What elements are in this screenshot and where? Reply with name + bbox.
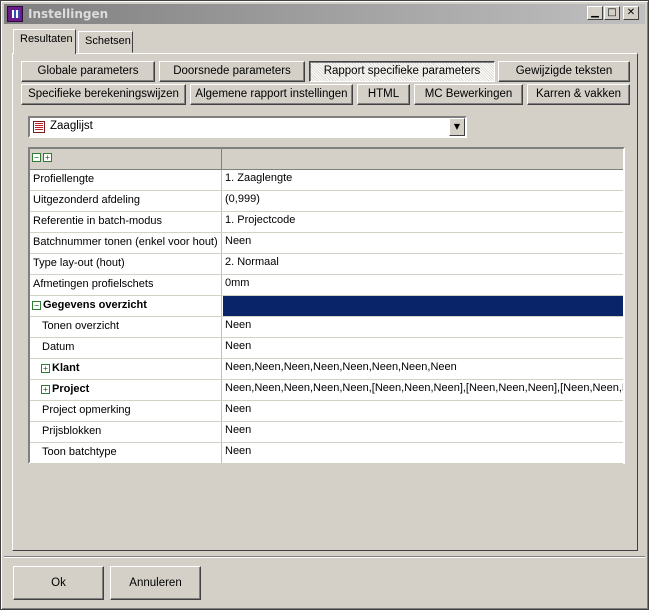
property-value[interactable]: Neen <box>223 338 623 358</box>
collapse-icon[interactable]: − <box>32 301 41 310</box>
property-label: Toon batchtype <box>30 443 222 463</box>
html-button[interactable]: HTML <box>357 84 410 105</box>
property-value[interactable]: Neen <box>223 401 623 421</box>
property-label: Type lay-out (hout) <box>30 254 222 274</box>
property-label: Batchnummer tonen (enkel voor hout) <box>30 233 222 253</box>
collapse-all-icon[interactable]: − <box>32 153 41 162</box>
report-select[interactable]: Zaaglijst ▼ <box>28 116 467 138</box>
property-value[interactable]: Neen,Neen,Neen,Neen,Neen,[Neen,Neen,Neen… <box>223 380 623 400</box>
grid-row-project-opmerking[interactable]: Project opmerking Neen <box>30 401 623 422</box>
property-label-text: Project <box>52 383 90 395</box>
property-label: Tonen overzicht <box>30 317 222 337</box>
property-value[interactable]: Neen <box>223 443 623 463</box>
property-label-text: Profiellengte <box>33 173 95 185</box>
grid-row-afmetingen-profielschets[interactable]: Afmetingen profielschets 0mm <box>30 275 623 296</box>
property-value-selected[interactable] <box>223 296 623 316</box>
property-value[interactable]: Neen,Neen,Neen,Neen,Neen,Neen,Neen,Neen <box>223 359 623 379</box>
property-label-text: Klant <box>52 362 80 374</box>
tab-schetsen[interactable]: Schetsen <box>78 31 133 53</box>
property-value[interactable]: (0,999) <box>223 191 623 211</box>
grid-row-klant[interactable]: + Klant Neen,Neen,Neen,Neen,Neen,Neen,Ne… <box>30 359 623 380</box>
property-label: Datum <box>30 338 222 358</box>
grid-row-uitgezonderd-afdeling[interactable]: Uitgezonderd afdeling (0,999) <box>30 191 623 212</box>
grid-row-toon-batchtype[interactable]: Toon batchtype Neen <box>30 443 623 464</box>
properties-grid: − + Profiellengte 1. Zaaglengte Uitgezon… <box>28 147 625 464</box>
property-label-text: Afmetingen profielschets <box>33 278 154 290</box>
globale-parameters-button[interactable]: Globale parameters <box>21 61 155 82</box>
property-label: Referentie in batch-modus <box>30 212 222 232</box>
report-list-icon <box>33 121 45 133</box>
property-value[interactable]: 1. Projectcode <box>223 212 623 232</box>
property-value[interactable]: 2. Normaal <box>223 254 623 274</box>
property-label: Project opmerking <box>30 401 222 421</box>
minimize-button[interactable]: ▁ <box>587 6 603 20</box>
grid-row-prijsblokken[interactable]: Prijsblokken Neen <box>30 422 623 443</box>
rapport-specifieke-parameters-button[interactable]: Rapport specifieke parameters <box>309 61 495 82</box>
property-label-text: Uitgezonderd afdeling <box>33 194 141 206</box>
window-title: Instellingen <box>28 7 109 21</box>
close-button[interactable]: ✕ <box>623 6 639 20</box>
grid-header-column-property: − + <box>30 149 222 169</box>
property-label-text: Batchnummer tonen (enkel voor hout) <box>33 236 218 248</box>
property-label-text: Referentie in batch-modus <box>33 215 163 227</box>
property-label: Uitgezonderd afdeling <box>30 191 222 211</box>
grid-row-datum[interactable]: Datum Neen <box>30 338 623 359</box>
specifieke-berekeningswijzen-button[interactable]: Specifieke berekeningswijzen <box>21 84 186 105</box>
grid-row-type-layout-hout[interactable]: Type lay-out (hout) 2. Normaal <box>30 254 623 275</box>
property-value[interactable]: Neen <box>223 233 623 253</box>
gewijzigde-teksten-button[interactable]: Gewijzigde teksten <box>498 61 630 82</box>
footer-separator <box>4 556 645 558</box>
property-label: + Project <box>30 380 222 400</box>
mc-bewerkingen-button[interactable]: MC Bewerkingen <box>414 84 523 105</box>
property-label: − Gegevens overzicht <box>30 296 222 316</box>
property-label: + Klant <box>30 359 222 379</box>
property-label: Profiellengte <box>30 170 222 190</box>
property-label-text: Project opmerking <box>42 404 131 416</box>
property-value[interactable]: 1. Zaaglengte <box>223 170 623 190</box>
property-label-text: Tonen overzicht <box>42 320 120 332</box>
ok-button[interactable]: Ok <box>13 566 104 600</box>
dropdown-arrow-icon[interactable]: ▼ <box>449 118 465 136</box>
property-label-text: Datum <box>42 341 75 353</box>
grid-row-tonen-overzicht[interactable]: Tonen overzicht Neen <box>30 317 623 338</box>
property-label-text: Prijsblokken <box>42 425 102 437</box>
grid-row-referentie-batch-modus[interactable]: Referentie in batch-modus 1. Projectcode <box>30 212 623 233</box>
expand-icon[interactable]: + <box>41 385 50 394</box>
cancel-button[interactable]: Annuleren <box>110 566 201 600</box>
property-value[interactable]: Neen <box>223 422 623 442</box>
property-value[interactable]: Neen <box>223 317 623 337</box>
grid-row-batchnummer-tonen[interactable]: Batchnummer tonen (enkel voor hout) Neen <box>30 233 623 254</box>
title-bar[interactable]: Instellingen ▁ □ ✕ <box>4 4 645 24</box>
tab-resultaten[interactable]: Resultaten <box>13 29 76 54</box>
grid-row-gegevens-overzicht[interactable]: − Gegevens overzicht <box>30 296 623 317</box>
property-label: Afmetingen profielschets <box>30 275 222 295</box>
maximize-button[interactable]: □ <box>604 6 620 20</box>
algemene-rapport-instellingen-button[interactable]: Algemene rapport instellingen <box>190 84 353 105</box>
app-icon <box>7 6 23 22</box>
report-select-value: Zaaglijst <box>50 120 93 132</box>
grid-row-project[interactable]: + Project Neen,Neen,Neen,Neen,Neen,[Neen… <box>30 380 623 401</box>
property-label: Prijsblokken <box>30 422 222 442</box>
property-label-text: Toon batchtype <box>42 446 117 458</box>
grid-row-profiellengte[interactable]: Profiellengte 1. Zaaglengte <box>30 170 623 191</box>
property-label-text: Type lay-out (hout) <box>33 257 125 269</box>
expand-all-icon[interactable]: + <box>43 153 52 162</box>
expand-icon[interactable]: + <box>41 364 50 373</box>
property-value[interactable]: 0mm <box>223 275 623 295</box>
karren-vakken-button[interactable]: Karren & vakken <box>527 84 630 105</box>
doorsnede-parameters-button[interactable]: Doorsnede parameters <box>159 61 305 82</box>
settings-window: Instellingen ▁ □ ✕ Resultaten Schetsen G… <box>0 0 649 610</box>
grid-header: − + <box>30 149 623 170</box>
property-label-text: Gegevens overzicht <box>43 299 147 311</box>
